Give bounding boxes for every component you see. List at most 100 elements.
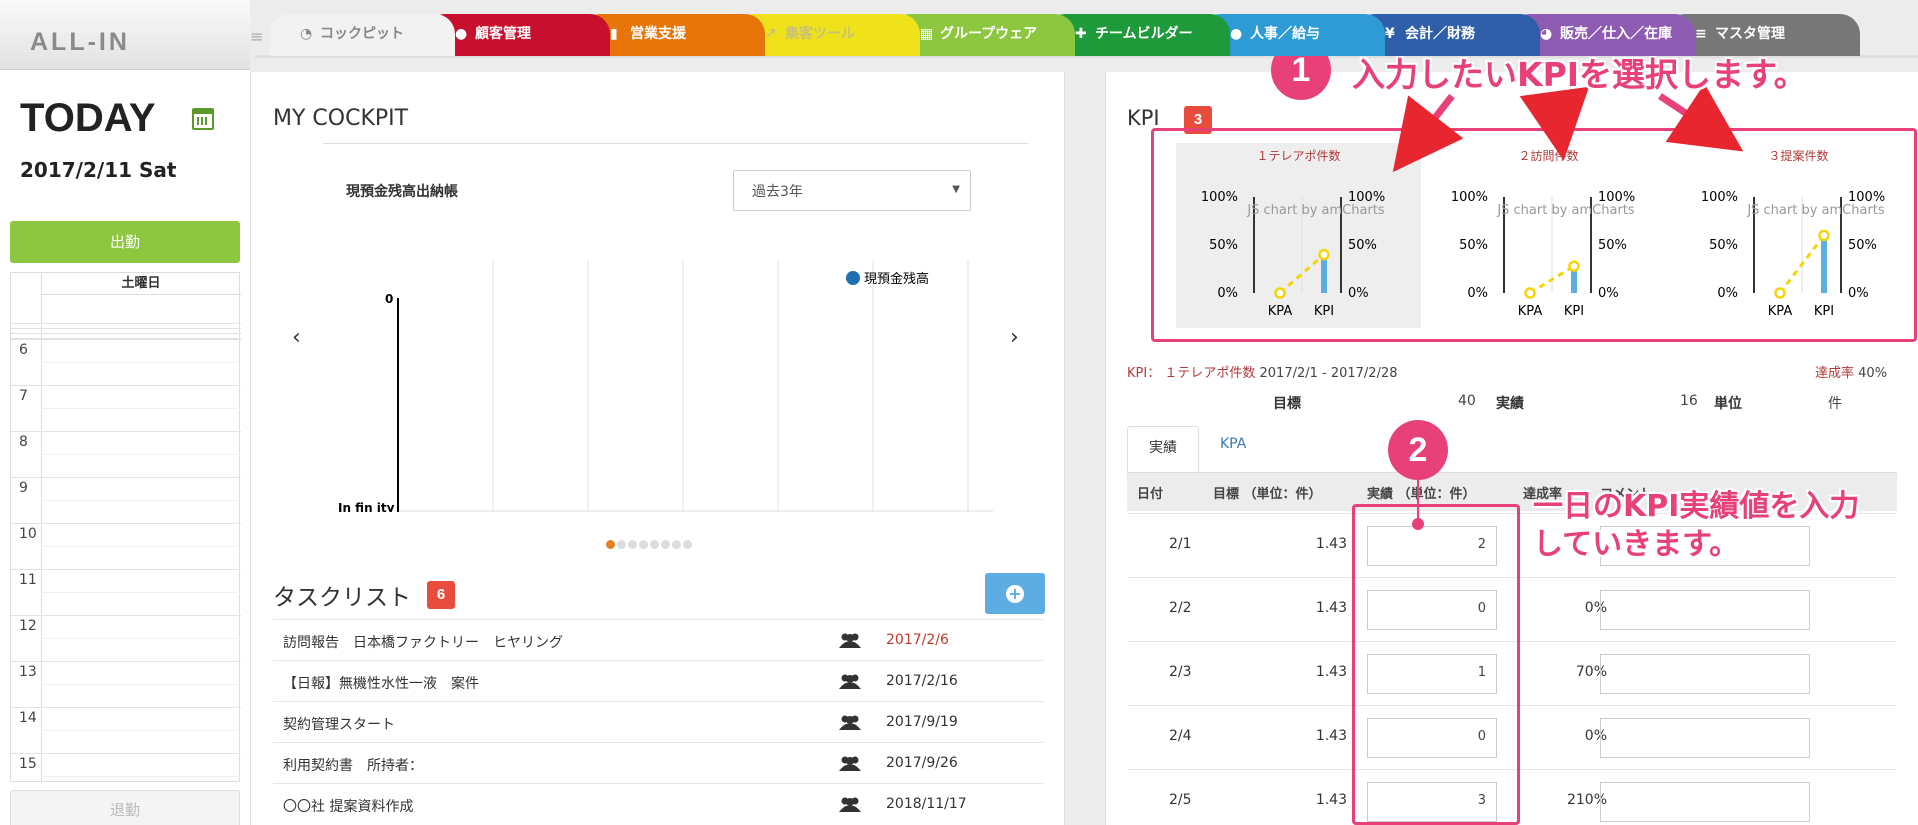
task-row[interactable]: 契約管理スタート 2017/9/19: [273, 701, 1043, 743]
today-date: 2017/2/11 Sat: [20, 158, 177, 182]
user-plus-icon: ✚: [1075, 26, 1087, 42]
comment-input[interactable]: [1600, 590, 1810, 630]
actual-label: 実績: [1496, 396, 1524, 412]
hour-label: 6: [19, 342, 28, 358]
app-logo[interactable]: ALL-IN: [0, 0, 250, 70]
task-row[interactable]: 利用契約書 所持者： 2017/9/26: [273, 742, 1043, 784]
hour-label: 10: [19, 526, 37, 542]
task-row[interactable]: 訪問報告 日本橋ファクトリー ヒヤリング 2017/2/6: [273, 619, 1043, 661]
row-rate: 0%: [1584, 728, 1607, 744]
legend-swatch: [846, 271, 860, 285]
task-date: 2017/2/6: [886, 632, 949, 648]
row-rate: 210%: [1566, 792, 1607, 808]
tab-kpa[interactable]: KPA: [1220, 436, 1246, 452]
tab-actual[interactable]: 実績: [1127, 426, 1199, 472]
rate-value: 40%: [1858, 366, 1888, 381]
bar-chart-icon: ▮: [610, 26, 618, 42]
yen-icon: ¥: [1385, 26, 1395, 42]
col-date: 日付: [1137, 487, 1164, 502]
comment-input[interactable]: [1600, 718, 1810, 758]
col-target: 目標 （単位：件）: [1213, 487, 1322, 502]
row-target: 1.43: [1315, 536, 1347, 552]
tab-0[interactable]: ◔ コックピット: [270, 14, 455, 56]
target-label: 目標: [1273, 396, 1301, 412]
task-date: 2017/9/19: [886, 714, 958, 730]
line-chart-icon: ↗: [765, 26, 777, 42]
hour-label: 15: [19, 756, 37, 772]
day-header: 土曜日: [41, 273, 241, 295]
rate-label: 達成率: [1815, 366, 1855, 381]
check-out-button[interactable]: 退勤: [10, 790, 240, 825]
carousel-dots[interactable]: [606, 537, 694, 553]
add-task-button[interactable]: +: [985, 573, 1045, 614]
tab-label: コックピット: [320, 26, 404, 42]
comment-input[interactable]: [1600, 782, 1810, 822]
hour-label: 14: [19, 710, 37, 726]
logo-text: ALL-IN: [30, 28, 130, 56]
task-row[interactable]: 〇〇社 提案資料作成 2018/11/17: [273, 783, 1043, 825]
period-select[interactable]: 過去3年 ▼: [733, 170, 971, 211]
kpi-name: １テレアポ件数: [1164, 366, 1256, 381]
task-row[interactable]: 【日報】無機性水性一液 案件 2017/2/16: [273, 660, 1043, 702]
caret-down-icon: ▼: [952, 184, 960, 195]
tab-label: 顧客管理: [475, 26, 531, 42]
kpi-prefix: KPI：: [1127, 366, 1161, 381]
calendar-icon[interactable]: [192, 108, 214, 130]
today-title: TODAY: [20, 96, 156, 140]
row-date: 2/1: [1169, 536, 1192, 552]
step-2-text: 一日のKPI実績値を入力していきます。: [1533, 489, 1860, 562]
task-date: 2017/2/16: [886, 673, 958, 689]
row-target: 1.43: [1315, 792, 1347, 808]
row-date: 2/4: [1169, 728, 1192, 744]
cash-chart: 0 In fin ity 現預金残高: [338, 260, 993, 512]
comments-icon: ●: [455, 26, 468, 42]
target-value: 40: [1458, 393, 1476, 409]
task-name: 〇〇社 提案資料作成: [283, 799, 414, 815]
row-rate: 70%: [1575, 664, 1607, 680]
pie-chart-icon: ◕: [1540, 26, 1553, 42]
database-icon: ≡: [1695, 26, 1707, 42]
tab-label: 営業支援: [630, 26, 686, 42]
input-highlight-box: [1352, 504, 1520, 825]
task-name: 利用契約書 所持者：: [283, 758, 423, 774]
main-nav-tabs: ◔ コックピット ● 顧客管理 ▮ 営業支援 ↗ 集客ツール ▦ グループウェア ✚ チームビルダー ●…: [270, 14, 1910, 56]
y-bottom-tick: In fin ity: [338, 501, 395, 512]
chevron-left-icon[interactable]: ‹: [292, 325, 301, 350]
users-icon: [839, 674, 861, 689]
hour-label: 12: [19, 618, 37, 634]
task-date: 2018/11/17: [886, 796, 967, 812]
users-icon: [839, 633, 861, 648]
chart-name: 現預金残高出納帳: [346, 184, 458, 200]
menu-toggle-icon[interactable]: ≡: [250, 29, 264, 45]
tab-label: マスタ管理: [1715, 26, 1785, 42]
row-target: 1.43: [1315, 600, 1347, 616]
users-icon: [839, 715, 861, 730]
task-name: 訪問報告 日本橋ファクトリー ヒヤリング: [283, 635, 563, 651]
tab-label: グループウェア: [940, 26, 1038, 42]
plus-icon: +: [1006, 585, 1024, 603]
day-schedule[interactable]: 土曜日 6 7 8 9 10 11 12 13 14 15: [10, 272, 241, 783]
selected-kpi: KPI： １テレアポ件数 2017/2/1 - 2017/2/28: [1127, 362, 1398, 381]
row-target: 1.43: [1315, 664, 1347, 680]
row-target: 1.43: [1315, 728, 1347, 744]
row-rate: 0%: [1584, 600, 1607, 616]
tab-label: 人事／給与: [1250, 26, 1320, 42]
hour-label: 11: [19, 572, 37, 588]
task-name: 【日報】無機性水性一液 案件: [283, 676, 479, 692]
users-icon: [839, 756, 861, 771]
comment-input[interactable]: [1600, 654, 1810, 694]
tab-label: チームビルダー: [1095, 26, 1193, 42]
check-in-button[interactable]: 出勤: [10, 221, 240, 263]
chevron-right-icon[interactable]: ›: [1010, 325, 1019, 350]
kpi-title: KPI: [1127, 106, 1160, 130]
cockpit-title: MY COCKPIT: [273, 106, 409, 131]
y-top-tick: 0: [385, 292, 393, 306]
actual-value: 16: [1680, 393, 1698, 409]
row-date: 2/3: [1169, 664, 1192, 680]
hour-label: 9: [19, 480, 28, 496]
tab-label: 集客ツール: [785, 26, 855, 42]
task-list-title: タスクリスト: [273, 585, 411, 611]
users-icon: ●: [1230, 26, 1243, 42]
achievement-rate: 達成率 40%: [1815, 362, 1887, 381]
task-date: 2017/9/26: [886, 755, 958, 771]
